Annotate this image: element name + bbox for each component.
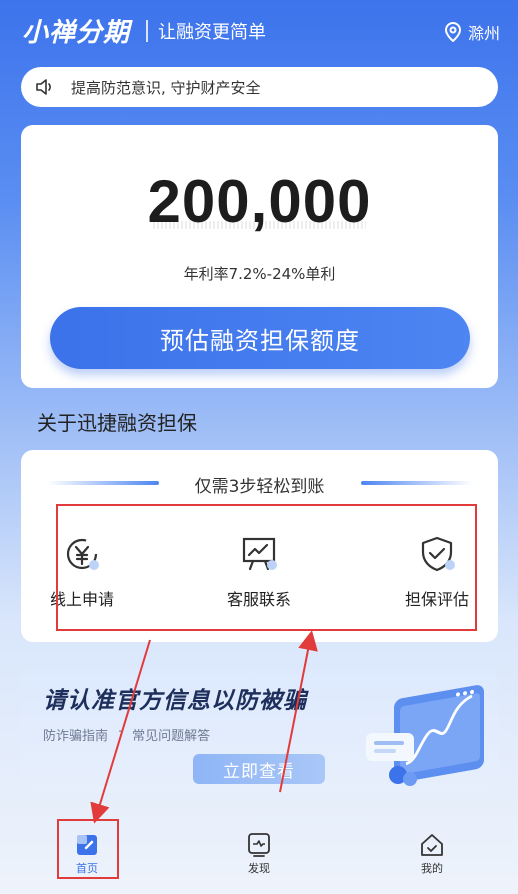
annotation-arrow-up: [279, 630, 318, 793]
annotation-arrows: [90, 630, 318, 824]
annotation-arrow-down: [90, 639, 151, 824]
